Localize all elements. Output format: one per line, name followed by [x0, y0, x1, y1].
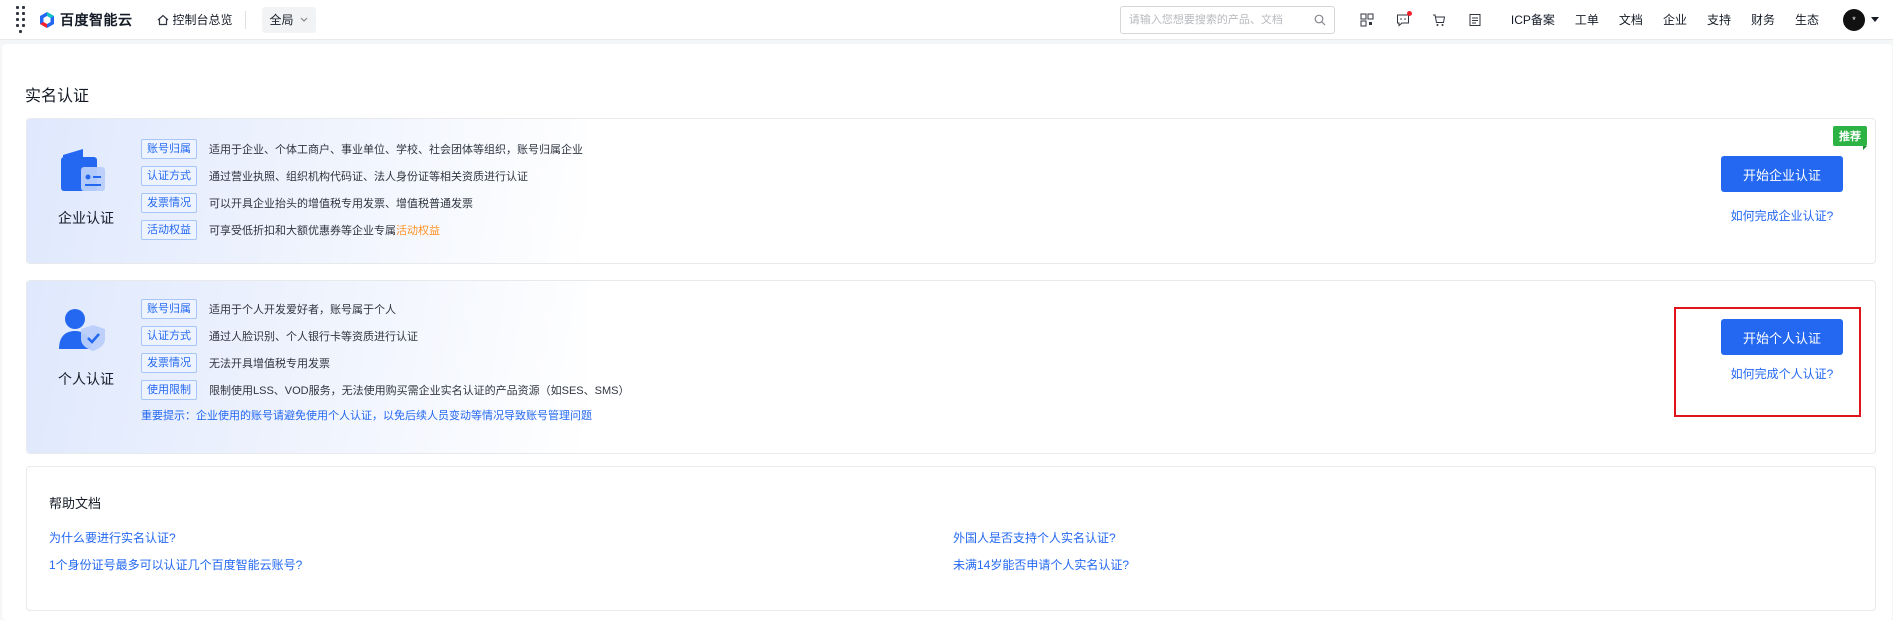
console-home-link[interactable]: 控制台总览: [157, 11, 233, 28]
message-icon[interactable]: [1385, 0, 1421, 40]
list-item: 认证方式 通过人脸识别、个人银行卡等资质进行认证: [141, 322, 629, 349]
help-doc-link-foreigner[interactable]: 外国人是否支持个人实名认证?: [953, 529, 1116, 546]
nav-link-enterprise[interactable]: 企业: [1653, 11, 1697, 28]
enterprise-info-rows: 账号归属 适用于企业、个体工商户、事业单位、学校、社会团体等组织，账号归属企业 …: [141, 135, 583, 243]
logo-text: 百度智能云: [60, 11, 133, 28]
app-grid-icon[interactable]: [6, 6, 34, 34]
search-input[interactable]: [1128, 13, 1314, 26]
info-text: 通过营业执照、组织机构代码证、法人身份证等相关资质进行认证: [209, 170, 528, 183]
info-text: 可以开具企业抬头的增值税专用发票、增值税普通发票: [209, 197, 473, 210]
recommended-badge: 推荐: [1833, 126, 1867, 150]
list-item: 使用限制 限制使用LSS、VOD服务，无法使用购买需企业实名认证的产品资源（如S…: [141, 376, 629, 403]
start-personal-auth-button[interactable]: 开始个人认证: [1721, 319, 1843, 355]
top-navigation-bar: 百度智能云 控制台总览 全局 ICP备案 工单 文档 企业 支持 财务 生态: [0, 0, 1893, 40]
list-item: 账号归属 适用于个人开发爱好者，账号属于个人: [141, 295, 629, 322]
help-docs-title: 帮助文档: [49, 496, 102, 511]
search-icon[interactable]: [1314, 14, 1326, 26]
console-home-label: 控制台总览: [172, 13, 233, 27]
search-box[interactable]: [1119, 5, 1335, 34]
info-tag: 活动权益: [141, 219, 197, 240]
logo[interactable]: 百度智能云: [38, 10, 133, 30]
info-text: 可享受低折扣和大额优惠券等企业专属: [209, 224, 396, 237]
cart-icon[interactable]: [1421, 0, 1457, 40]
info-text: 无法开具增值税专用发票: [209, 357, 330, 370]
info-tag: 认证方式: [141, 325, 197, 346]
main-panel: 实名认证 企业认证 账号归属 适用于企业、个体工商户、事业单位、学校、社会团体等…: [2, 44, 1892, 620]
personal-auth-label: 个人认证: [58, 371, 114, 387]
nav-link-support[interactable]: 支持: [1697, 11, 1741, 28]
enterprise-auth-help-link[interactable]: 如何完成企业认证?: [1702, 207, 1862, 224]
list-item: 发票情况 无法开具增值税专用发票: [141, 349, 629, 376]
region-label: 全局: [269, 13, 294, 27]
info-text: 适用于企业、个体工商户、事业单位、学校、社会团体等组织，账号归属企业: [209, 143, 583, 156]
avatar-char: *: [1852, 14, 1856, 25]
region-selector[interactable]: 全局: [261, 6, 316, 33]
info-tag: 使用限制: [141, 379, 197, 400]
home-icon: [157, 14, 168, 25]
help-doc-link-why-auth[interactable]: 为什么要进行实名认证?: [49, 529, 176, 546]
info-tag: 账号归属: [141, 138, 197, 159]
start-enterprise-auth-button[interactable]: 开始企业认证: [1721, 156, 1843, 192]
personal-info-rows: 账号归属 适用于个人开发爱好者，账号属于个人 认证方式 通过人脸识别、个人银行卡…: [141, 295, 629, 423]
list-item: 发票情况 可以开具企业抬头的增值税专用发票、增值税普通发票: [141, 189, 583, 216]
chevron-down-icon: [300, 17, 307, 22]
notification-dot: [1406, 10, 1412, 16]
baidu-cloud-logo-icon: [40, 11, 54, 28]
nav-link-ticket[interactable]: 工单: [1565, 11, 1609, 28]
caret-down-icon[interactable]: [1871, 17, 1879, 22]
avatar[interactable]: *: [1843, 8, 1865, 31]
info-text: 通过人脸识别、个人银行卡等资质进行认证: [209, 330, 418, 343]
personal-auth-card: 个人认证 账号归属 适用于个人开发爱好者，账号属于个人 认证方式 通过人脸识别、…: [26, 280, 1876, 454]
help-docs-card: 帮助文档 为什么要进行实名认证? 1个身份证号最多可以认证几个百度智能云账号? …: [26, 466, 1876, 611]
personal-user-shield-icon: [59, 309, 105, 351]
document-icon[interactable]: [1457, 0, 1493, 40]
enterprise-card-icon: [61, 149, 105, 191]
help-doc-link-id-limit[interactable]: 1个身份证号最多可以认证几个百度智能云账号?: [49, 556, 302, 573]
info-tag: 发票情况: [141, 352, 197, 373]
help-doc-link-under-14[interactable]: 未满14岁能否申请个人实名认证?: [953, 556, 1129, 573]
info-text: 限制使用LSS、VOD服务，无法使用购买需企业实名认证的产品资源（如SES、SM…: [209, 384, 630, 397]
activity-benefits-link[interactable]: 活动权益: [396, 222, 440, 238]
important-tip: 重要提示：企业使用的账号请避免使用个人认证，以免后续人员变动等情况导致账号管理问…: [141, 410, 592, 422]
page-title: 实名认证: [25, 88, 90, 105]
list-item: 认证方式 通过营业执照、组织机构代码证、法人身份证等相关资质进行认证: [141, 162, 583, 189]
enterprise-auth-card: 企业认证 账号归属 适用于企业、个体工商户、事业单位、学校、社会团体等组织，账号…: [26, 118, 1876, 264]
qrcode-icon[interactable]: [1349, 0, 1385, 40]
enterprise-auth-label: 企业认证: [58, 210, 114, 226]
nav-link-finance[interactable]: 财务: [1741, 11, 1785, 28]
info-tag: 发票情况: [141, 192, 197, 213]
list-item: 账号归属 适用于企业、个体工商户、事业单位、学校、社会团体等组织，账号归属企业: [141, 135, 583, 162]
info-text: 适用于个人开发爱好者，账号属于个人: [209, 303, 396, 316]
personal-auth-help-link[interactable]: 如何完成个人认证?: [1702, 365, 1862, 382]
nav-link-icp[interactable]: ICP备案: [1501, 11, 1565, 28]
list-item: 活动权益 可享受低折扣和大额优惠券等企业专属 活动权益: [141, 216, 583, 243]
nav-link-docs[interactable]: 文档: [1609, 11, 1653, 28]
info-tag: 账号归属: [141, 298, 197, 319]
divider: [244, 10, 246, 29]
nav-link-ecosystem[interactable]: 生态: [1785, 11, 1829, 28]
info-tag: 认证方式: [141, 165, 197, 186]
